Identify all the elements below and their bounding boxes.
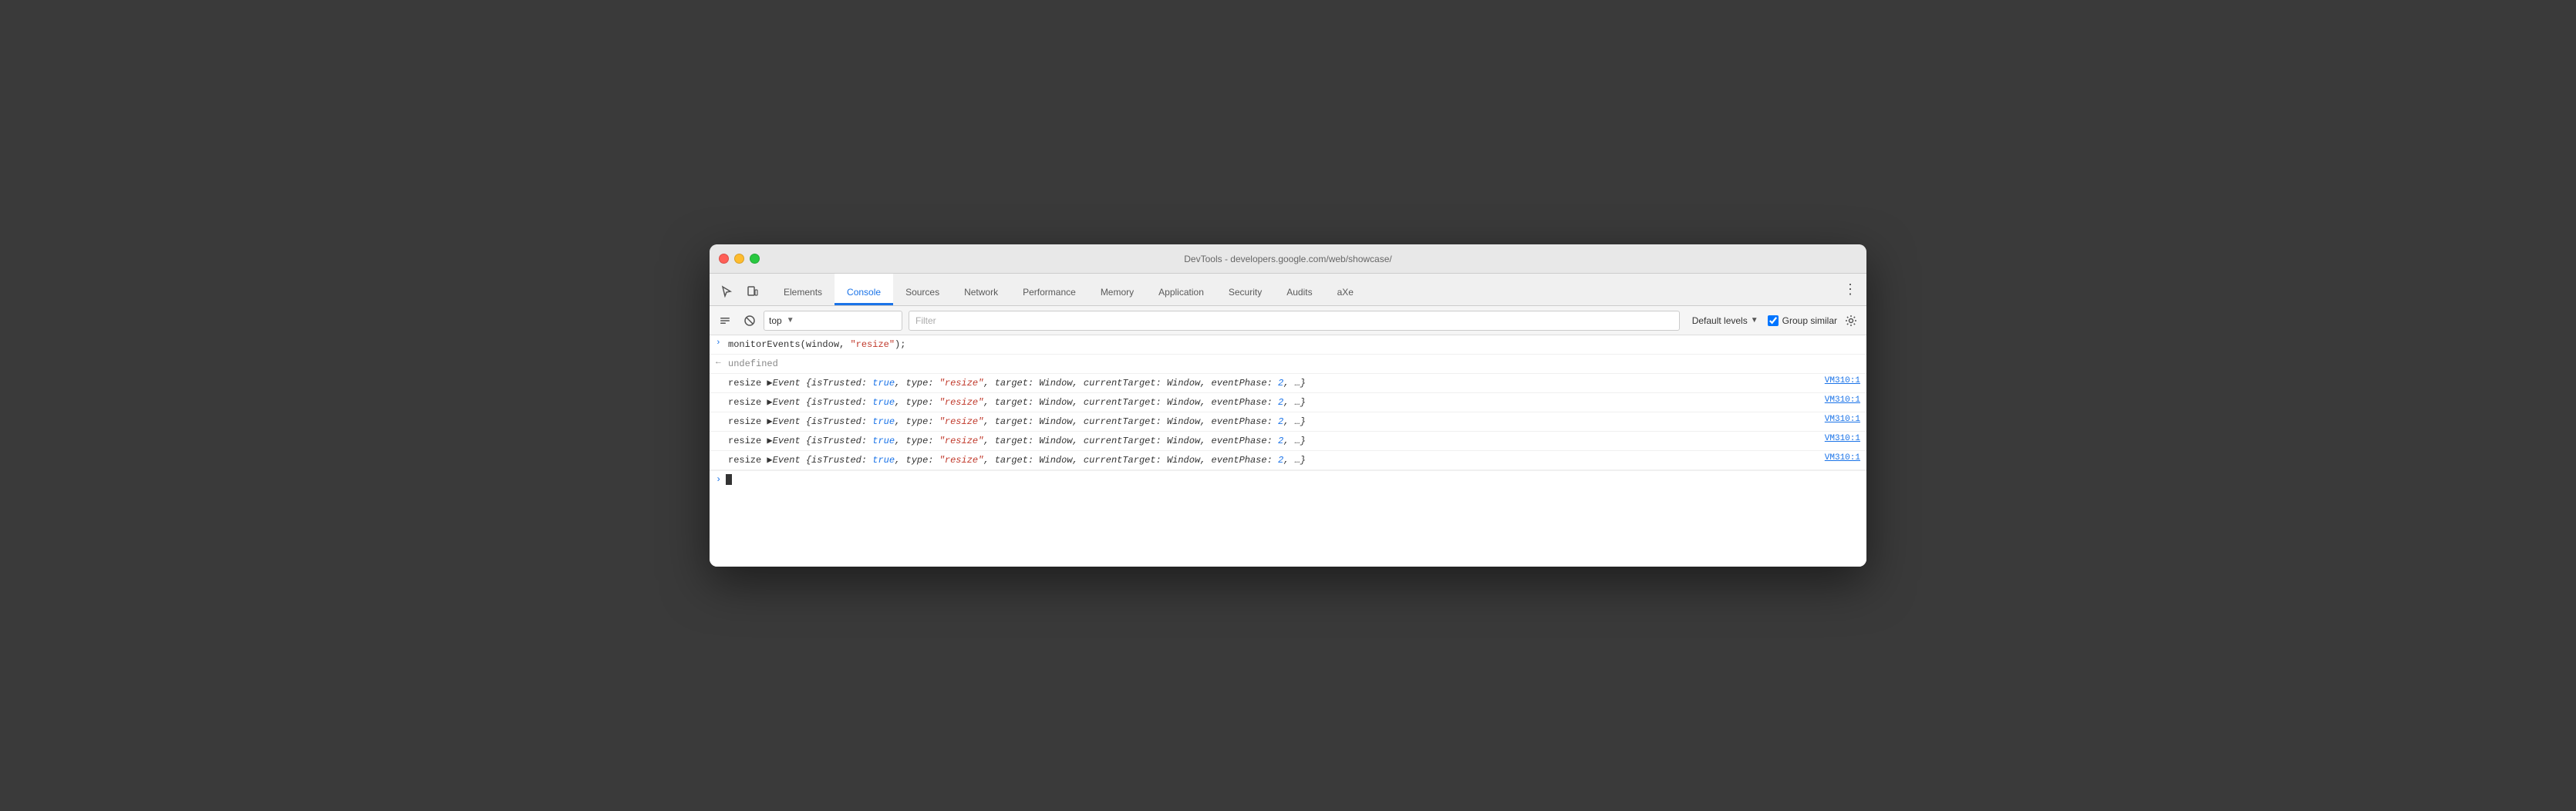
default-levels-arrow-icon: ▼ [1751,316,1758,325]
group-similar-checkbox[interactable] [1768,315,1779,326]
maximize-button[interactable] [750,254,760,264]
tab-console[interactable]: Console [835,274,893,305]
console-source-5[interactable]: VM310:1 [1812,453,1860,463]
console-row-event-4: resize ▶Event {isTrusted: true, type: "r… [710,432,1866,451]
context-selector[interactable]: top ▼ [764,311,902,331]
console-source-3[interactable]: VM310:1 [1812,415,1860,424]
console-undefined-text: undefined [728,357,1860,371]
devtools-window: DevTools - developers.google.com/web/sho… [710,244,1866,567]
minimize-button[interactable] [734,254,744,264]
tab-sources[interactable]: Sources [893,274,952,305]
console-event-text-4: resize ▶Event {isTrusted: true, type: "r… [728,434,1812,448]
console-row-event-2: resize ▶Event {isTrusted: true, type: "r… [710,393,1866,412]
console-row-event-5: resize ▶Event {isTrusted: true, type: "r… [710,451,1866,470]
settings-gear-button[interactable] [1840,310,1862,331]
context-value: top [769,315,782,326]
tab-axe[interactable]: aXe [1325,274,1366,305]
console-input-row[interactable]: › [710,470,1866,488]
window-title: DevTools - developers.google.com/web/sho… [1184,254,1391,264]
console-row-command: › monitorEvents(window, "resize"); [710,335,1866,355]
traffic-lights [719,254,760,264]
input-prompt-icon: › [716,474,721,485]
devtools-panel: Elements Console Sources Network Perform… [710,274,1866,567]
console-command-text: monitorEvents(window, "resize"); [728,338,1860,352]
console-row-undefined: ← undefined [710,355,1866,374]
console-source-2[interactable]: VM310:1 [1812,395,1860,405]
default-levels-label: Default levels [1692,315,1748,326]
console-event-text-1: resize ▶Event {isTrusted: true, type: "r… [728,376,1812,390]
output-chevron-icon: ← [716,358,721,367]
tab-memory[interactable]: Memory [1088,274,1146,305]
tab-elements[interactable]: Elements [771,274,835,305]
tab-bar-icons [716,281,771,305]
device-icon[interactable] [742,281,764,302]
stop-recording-button[interactable] [739,310,760,331]
group-similar-label: Group similar [1782,315,1837,326]
clear-console-button[interactable] [714,310,736,331]
tab-bar: Elements Console Sources Network Perform… [710,274,1866,306]
console-output: › monitorEvents(window, "resize"); ← und… [710,335,1866,567]
console-event-text-2: resize ▶Event {isTrusted: true, type: "r… [728,395,1812,409]
filter-input[interactable] [909,311,1680,331]
tab-application[interactable]: Application [1146,274,1216,305]
more-tabs-button[interactable]: ⋮ [1834,277,1866,305]
group-similar-control: Group similar [1768,315,1837,326]
tab-performance[interactable]: Performance [1010,274,1088,305]
console-toolbar: top ▼ Default levels ▼ Group similar [710,306,1866,335]
tab-network[interactable]: Network [952,274,1010,305]
close-button[interactable] [719,254,729,264]
console-row-event-3: resize ▶Event {isTrusted: true, type: "r… [710,412,1866,432]
console-source-1[interactable]: VM310:1 [1812,376,1860,385]
default-levels-dropdown[interactable]: Default levels ▼ [1686,315,1765,326]
console-row-event-1: resize ▶Event {isTrusted: true, type: "r… [710,374,1866,393]
console-source-4[interactable]: VM310:1 [1812,434,1860,443]
input-chevron-icon: › [716,338,721,348]
tab-audits[interactable]: Audits [1274,274,1324,305]
tab-security[interactable]: Security [1216,274,1274,305]
cursor-icon[interactable] [716,281,737,302]
console-cursor [726,474,732,485]
titlebar: DevTools - developers.google.com/web/sho… [710,244,1866,274]
console-event-text-3: resize ▶Event {isTrusted: true, type: "r… [728,415,1812,429]
console-event-text-5: resize ▶Event {isTrusted: true, type: "r… [728,453,1812,467]
context-arrow-icon: ▼ [787,316,794,325]
